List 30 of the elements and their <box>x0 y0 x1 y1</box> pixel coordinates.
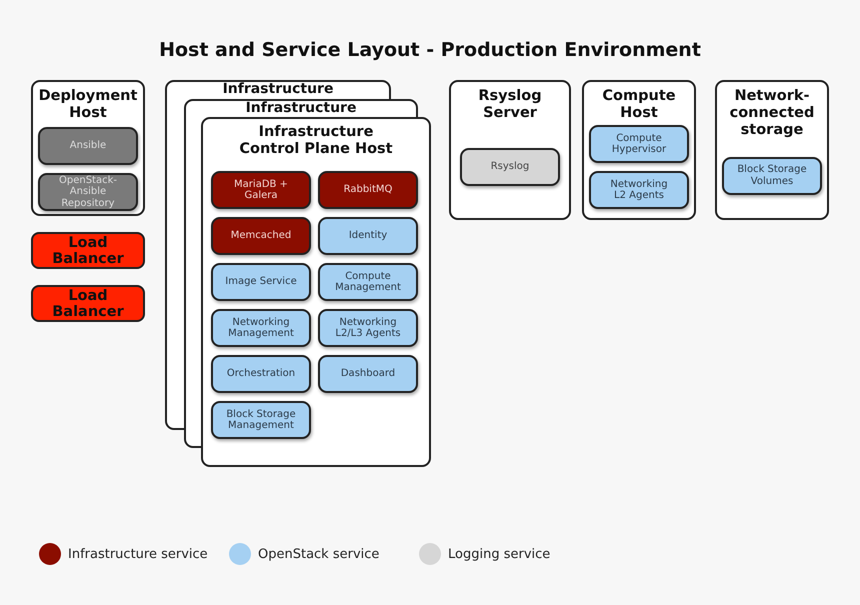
service-box: MariaDB + Galera <box>211 171 311 209</box>
service-box: Identity <box>318 217 418 255</box>
host-title: Deployment Host <box>38 87 138 122</box>
service-box: Block Storage Volumes <box>722 156 822 194</box>
service-box: RabbitMQ <box>318 171 418 209</box>
service-box: Orchestration <box>211 355 311 393</box>
service-box: Ansible <box>38 127 138 165</box>
service-box: Block Storage Management <box>211 401 311 439</box>
host-title: Rsyslog Server <box>477 87 543 122</box>
service-box: Rsyslog <box>460 148 560 186</box>
service-box: Compute Hypervisor <box>589 125 689 163</box>
legend-label: Infrastructure service <box>68 546 208 562</box>
legend-label: OpenStack service <box>258 546 380 562</box>
service-box: Memcached <box>211 217 311 255</box>
load-balancer-box: Load Balancer <box>31 285 145 322</box>
service-box: Image Service <box>211 263 311 301</box>
service-box: Networking L2 Agents <box>589 171 689 209</box>
service-box: Networking L2/L3 Agents <box>318 309 418 347</box>
load-balancer-box: Load Balancer <box>31 232 145 269</box>
service-box: Networking Management <box>211 309 311 347</box>
legend-label: Logging service <box>448 546 550 562</box>
host-title: Infrastructure Control Plane Host <box>238 123 394 158</box>
diagram-title: Host and Service Layout - Production Environment <box>158 38 702 63</box>
host-title: Infrastructure <box>222 82 334 96</box>
host-title: Compute Host <box>601 87 677 122</box>
service-box: Compute Management <box>318 263 418 301</box>
host-title: Infrastructure <box>244 101 358 115</box>
host-title: Network- connected storage <box>728 87 816 139</box>
service-box: OpenStack- Ansible Repository <box>38 173 138 211</box>
service-box: Dashboard <box>318 355 418 393</box>
